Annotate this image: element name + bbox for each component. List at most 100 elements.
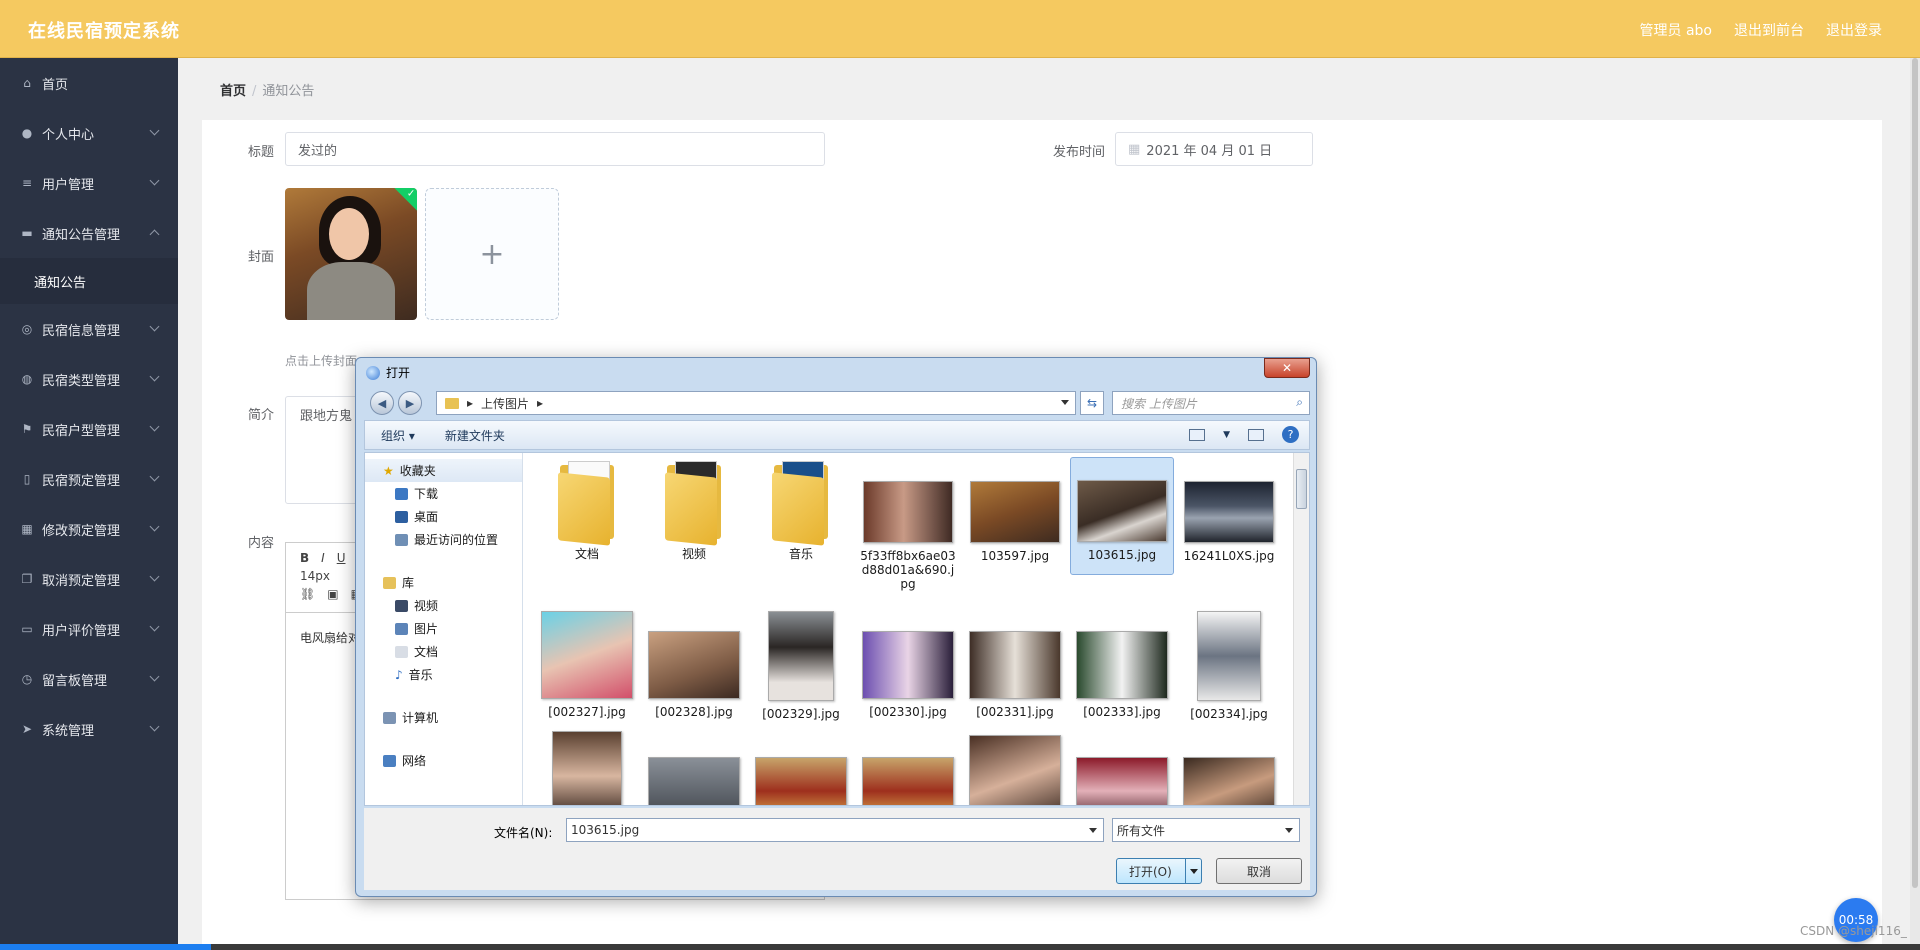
help-icon[interactable]: ? xyxy=(1282,426,1299,443)
upload-success-badge: ✓ xyxy=(394,188,417,211)
address-bar[interactable]: ▸ 上传图片 ▸ xyxy=(436,391,1076,415)
image-thumbnail xyxy=(1197,611,1261,701)
address-path[interactable]: 上传图片 xyxy=(481,395,529,412)
address-dropdown-icon[interactable] xyxy=(1061,400,1069,405)
logout-link[interactable]: 退出登录 xyxy=(1826,20,1882,40)
file-item-folder[interactable]: 音乐 xyxy=(749,459,853,561)
scrollbar-thumb[interactable] xyxy=(1296,469,1307,509)
nav-network[interactable]: 网络 xyxy=(365,749,522,772)
breadcrumb-current: 通知公告 xyxy=(262,84,315,99)
file-item-image[interactable]: [002334].jpg xyxy=(1177,611,1281,721)
new-folder-button[interactable]: 新建文件夹 xyxy=(445,427,505,444)
italic-icon[interactable]: I xyxy=(321,551,325,565)
dialog-close-button[interactable]: ✕ xyxy=(1264,358,1310,378)
font-size-select[interactable]: 14px xyxy=(300,569,330,583)
title-label: 标题 xyxy=(248,145,275,160)
file-item-image[interactable] xyxy=(856,731,960,805)
back-to-frontend-link[interactable]: 退出到前台 xyxy=(1734,20,1804,40)
file-item-image[interactable]: 103597.jpg xyxy=(963,459,1067,563)
open-button[interactable]: 打开(O) xyxy=(1116,858,1202,884)
link-icon[interactable]: ⛓ xyxy=(300,587,315,601)
file-item-image[interactable] xyxy=(642,731,746,805)
back-button[interactable]: ◀ xyxy=(370,391,394,415)
sidebar-item-label: 民宿预定管理 xyxy=(42,473,121,489)
bold-icon[interactable]: B xyxy=(300,551,309,565)
file-item-image[interactable]: 16241L0XS.jpg xyxy=(1177,459,1281,563)
sidebar-subitem-notice[interactable]: 通知公告 xyxy=(0,258,178,304)
filename-dropdown-icon[interactable] xyxy=(1089,828,1097,833)
sidebar-item-home[interactable]: ⌂ 首页 xyxy=(0,58,178,108)
nav-music[interactable]: ♪ 音乐 xyxy=(365,663,522,686)
change-view-icon[interactable] xyxy=(1189,428,1206,441)
breadcrumb-home[interactable]: 首页 xyxy=(220,84,246,99)
file-item-image[interactable] xyxy=(1177,731,1281,805)
file-item-image[interactable] xyxy=(749,731,853,805)
page-scrollbar[interactable] xyxy=(1910,58,1920,950)
copy-icon: ❐ xyxy=(21,572,33,586)
organize-menu[interactable]: 组织 ▾ xyxy=(381,427,415,444)
globe-icon: ◍ xyxy=(21,372,33,386)
file-item-folder[interactable]: 文档 xyxy=(535,459,639,561)
file-list-scrollbar[interactable] xyxy=(1293,453,1309,805)
admin-user-link[interactable]: 管理员 abo xyxy=(1640,20,1712,40)
nav-computer[interactable]: 计算机 xyxy=(365,706,522,729)
sidebar-item-system[interactable]: ➤ 系统管理 xyxy=(0,704,178,754)
cover-upload-button[interactable]: + xyxy=(425,188,559,320)
image-icon[interactable]: ▣ xyxy=(327,587,338,601)
nav-pictures[interactable]: 图片 xyxy=(365,617,522,640)
sidebar-item-homestay-info[interactable]: ◎ 民宿信息管理 xyxy=(0,304,178,354)
filetype-dropdown-icon[interactable] xyxy=(1285,828,1293,833)
sidebar-item-modify-reservation[interactable]: ▦ 修改预定管理 xyxy=(0,504,178,554)
arrow-left-icon: ◀ xyxy=(377,396,387,410)
file-item-image-selected[interactable]: 103615.jpg xyxy=(1070,457,1174,575)
image-thumbnail xyxy=(1183,757,1275,805)
sidebar-item-message-board[interactable]: ◷ 留言板管理 xyxy=(0,654,178,704)
view-dropdown-icon[interactable]: ▼ xyxy=(1223,430,1230,440)
file-item-image[interactable]: [002331].jpg xyxy=(963,611,1067,719)
sidebar-item-notice-management[interactable]: ▬ 通知公告管理 xyxy=(0,208,178,258)
file-item-image[interactable]: [002330].jpg xyxy=(856,611,960,719)
file-item-image[interactable]: [002327].jpg xyxy=(535,611,639,719)
open-options-dropdown[interactable] xyxy=(1185,859,1201,883)
sidebar-item-reservation[interactable]: ▯ 民宿预定管理 xyxy=(0,454,178,504)
sidebar-item-user-review[interactable]: ▭ 用户评价管理 xyxy=(0,604,178,654)
sidebar-item-user-management[interactable]: ≡ 用户管理 xyxy=(0,158,178,208)
nav-desktop[interactable]: 桌面 xyxy=(365,505,522,528)
file-name: 103615.jpg xyxy=(1087,548,1157,562)
nav-favorites[interactable]: ★ 收藏夹 xyxy=(365,459,522,482)
nav-recent[interactable]: 最近访问的位置 xyxy=(365,528,522,551)
search-input[interactable]: 搜索 上传图片 ⌕ xyxy=(1112,391,1310,415)
underline-icon[interactable]: U xyxy=(337,551,346,565)
nav-videos[interactable]: 视频 xyxy=(365,594,522,617)
refresh-button[interactable]: ⇆ xyxy=(1080,391,1104,415)
sidebar-item-personal-center[interactable]: ● 个人中心 xyxy=(0,108,178,158)
forward-button[interactable]: ▶ xyxy=(398,391,422,415)
preview-pane-icon[interactable] xyxy=(1248,428,1264,441)
file-item-image[interactable] xyxy=(535,731,639,805)
file-item-folder[interactable]: 视频 xyxy=(642,459,746,561)
file-item-image[interactable]: [002333].jpg xyxy=(1070,611,1174,719)
file-name: 视频 xyxy=(681,547,706,561)
page-scrollbar-thumb[interactable] xyxy=(1912,58,1918,888)
file-item-image[interactable]: [002328].jpg xyxy=(642,611,746,719)
sidebar-item-label: 个人中心 xyxy=(42,127,95,143)
nav-downloads[interactable]: 下载 xyxy=(365,482,522,505)
file-item-image[interactable]: 5f33ff8bx6ae03 d88d01a&690.j pg xyxy=(856,459,960,591)
publish-time-picker[interactable]: ▦ 2021 年 04 月 01 日 xyxy=(1115,132,1313,166)
cancel-button[interactable]: 取消 xyxy=(1216,858,1302,884)
cover-image-thumbnail[interactable]: ✓ xyxy=(285,188,417,320)
sidebar-item-homestay-type[interactable]: ◍ 民宿类型管理 xyxy=(0,354,178,404)
sidebar-item-cancel-reservation[interactable]: ❐ 取消预定管理 xyxy=(0,554,178,604)
filename-input[interactable]: 103615.jpg xyxy=(566,818,1104,842)
filetype-select[interactable]: 所有文件 xyxy=(1112,818,1300,842)
nav-documents[interactable]: 文档 xyxy=(365,640,522,663)
file-item-image[interactable] xyxy=(963,731,1067,805)
video-progress-bar[interactable] xyxy=(0,944,1920,950)
file-item-image[interactable]: [002329].jpg xyxy=(749,611,853,721)
nav-libraries[interactable]: 库 xyxy=(365,571,522,594)
title-input[interactable]: 发过的 xyxy=(285,132,825,166)
search-icon[interactable]: ⌕ xyxy=(1296,395,1303,410)
file-item-image[interactable] xyxy=(1070,731,1174,805)
sidebar-item-room-type[interactable]: ⚑ 民宿户型管理 xyxy=(0,404,178,454)
image-thumbnail xyxy=(1076,757,1168,805)
